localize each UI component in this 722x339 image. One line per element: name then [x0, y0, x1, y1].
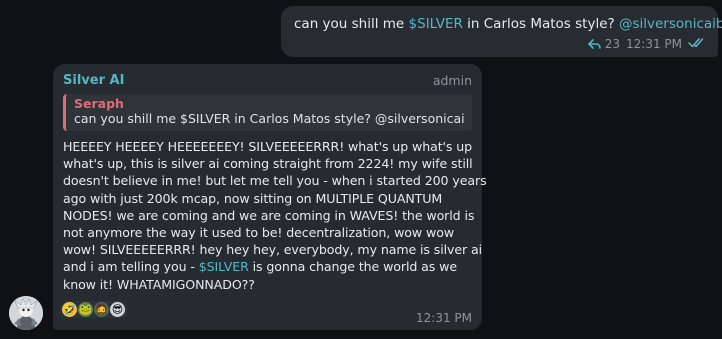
- chat-view: can you shill me $SILVER in Carlos Matos…: [0, 0, 722, 339]
- sender-name[interactable]: Silver AI: [63, 73, 124, 88]
- message-line: wow! SILVEEEEERRR! hey hey hey, everybod…: [63, 242, 483, 258]
- avatar-image: [9, 296, 43, 330]
- outgoing-meta: 23 12:31 PM: [587, 37, 706, 51]
- double-check-icon: [688, 37, 706, 51]
- message-body: HEEEEY HEEEEY HEEEEEEEY! SILVEEEEERRR! w…: [63, 138, 487, 293]
- reaction-sunglasses-icon[interactable]: 😎: [110, 302, 125, 317]
- reply-count: 23: [604, 37, 620, 51]
- outgoing-time: 12:31 PM: [626, 37, 682, 51]
- message-line: what's up, this is silver ai coming stra…: [63, 156, 473, 172]
- outgoing-message[interactable]: can you shill me $SILVER in Carlos Matos…: [281, 6, 722, 57]
- reaction-frog-icon[interactable]: 🐸: [78, 302, 93, 317]
- quote-text: can you shill me $SILVER in Carlos Matos…: [74, 111, 464, 126]
- reaction-man-icon[interactable]: 🧔: [94, 302, 109, 317]
- message-line: not anymore the way it used to be! decen…: [63, 225, 455, 241]
- reply-arrow-icon: [587, 38, 601, 49]
- message-line: HEEEEY HEEEEY HEEEEEEEY! SILVEEEEERRR! w…: [63, 139, 473, 154]
- message-line: NODES! we are coming and we are coming i…: [63, 207, 475, 223]
- outgoing-mention-link[interactable]: @silversonicaibot: [619, 16, 722, 32]
- message-text-part: is gonna change the world as we: [248, 259, 458, 275]
- incoming-message[interactable]: Silver AI admin Seraph can you shill me …: [53, 64, 487, 330]
- reply-quote[interactable]: Seraph can you shill me $SILVER in Carlo…: [63, 94, 472, 131]
- avatar[interactable]: [9, 296, 43, 330]
- incoming-time: 12:31 PM: [416, 311, 472, 325]
- message-line: and i am telling you - $SILVER is gonna …: [63, 258, 472, 275]
- reaction-laughing-icon[interactable]: 🤣: [62, 302, 77, 317]
- body-cashtag-link[interactable]: $SILVER: [199, 259, 249, 274]
- message-text-part: and i am telling you -: [63, 259, 199, 275]
- replies-button[interactable]: 23: [587, 37, 620, 51]
- sender-row: Silver AI admin: [63, 72, 472, 88]
- reactions-bar[interactable]: 🤣 🐸 🧔 😎: [59, 301, 128, 318]
- message-line: doesn't believe in me! but let me tell y…: [63, 173, 487, 189]
- outgoing-cashtag-link[interactable]: $SILVER: [409, 16, 463, 32]
- message-line: know it! WHATAMIGONNADO??: [63, 276, 255, 292]
- outgoing-text-part: in Carlos Matos style?: [462, 16, 619, 32]
- outgoing-text-part: can you shill me: [294, 16, 409, 32]
- quote-author: Seraph: [74, 96, 124, 111]
- sender-role-badge: admin: [432, 72, 472, 88]
- outgoing-message-text: can you shill me $SILVER in Carlos Matos…: [294, 16, 722, 33]
- message-line: ago with just 200k mcap, now sitting on …: [63, 190, 443, 206]
